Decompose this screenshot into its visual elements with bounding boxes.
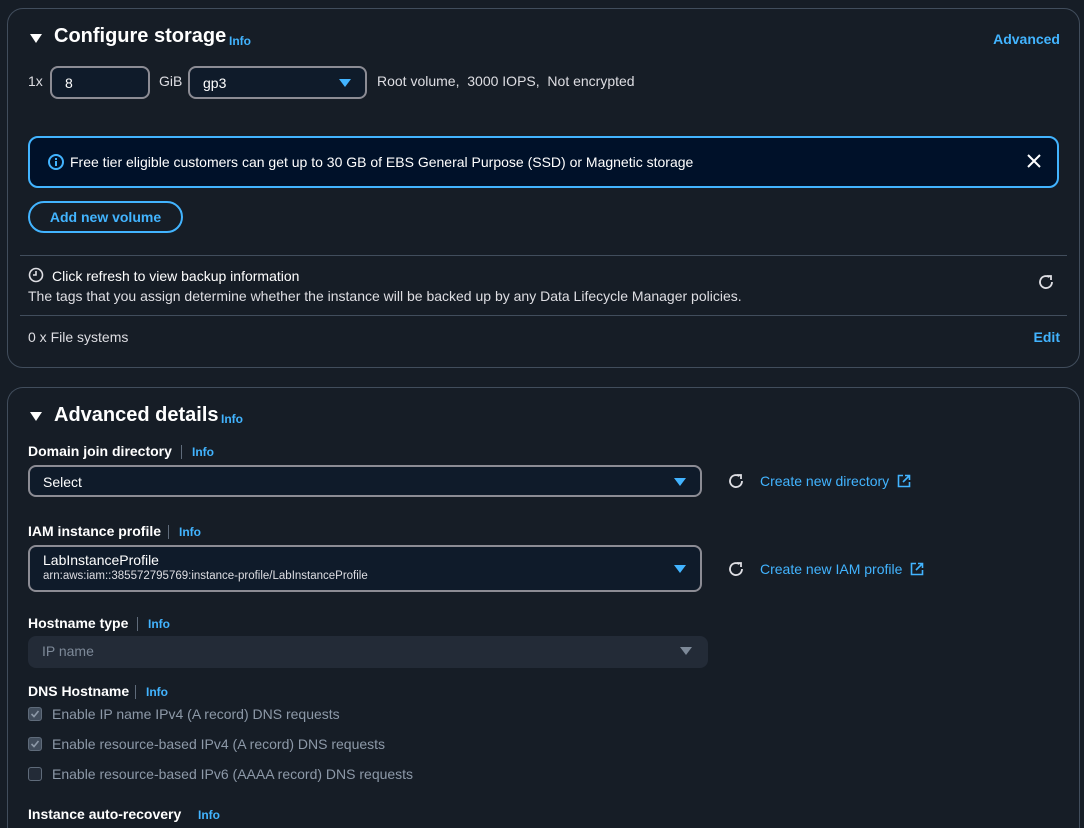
volume-type-select[interactable]: gp3 <box>188 66 367 99</box>
volume-type-value: gp3 <box>203 75 227 91</box>
divider <box>20 255 1067 256</box>
banner-text: Free tier eligible customers can get up … <box>70 154 694 170</box>
create-new-iam-profile-label: Create new IAM profile <box>760 561 903 577</box>
info-icon <box>48 154 64 170</box>
add-new-volume-button[interactable]: Add new volume <box>28 201 183 233</box>
divider <box>20 315 1067 316</box>
separator <box>135 685 136 699</box>
file-systems-count: 0 x File systems <box>28 329 129 345</box>
hostname-type-label: Hostname type <box>28 615 129 631</box>
separator <box>181 445 182 459</box>
domain-join-label: Domain join directory <box>28 443 172 459</box>
checkbox-checked <box>28 737 42 751</box>
volume-size-input[interactable]: 8 <box>50 66 150 99</box>
free-tier-banner: Free tier eligible customers can get up … <box>28 136 1059 188</box>
hostname-type-value: IP name <box>42 643 94 659</box>
info-link[interactable]: Info <box>146 685 168 699</box>
checkbox-checked <box>28 707 42 721</box>
iam-profile-arn: arn:aws:iam::385572795769:instance-profi… <box>43 570 368 582</box>
chevron-down-icon <box>674 565 686 573</box>
close-icon[interactable] <box>1027 154 1041 168</box>
separator <box>137 617 138 631</box>
info-link[interactable]: Info <box>229 34 251 48</box>
dns-option-label: Enable resource-based IPv6 (AAAA record)… <box>52 766 414 782</box>
chevron-down-icon <box>674 478 686 486</box>
chevron-down-icon <box>339 79 351 87</box>
backup-title: Click refresh to view backup information <box>52 268 300 284</box>
advanced-link[interactable]: Advanced <box>993 31 1060 47</box>
dns-hostname-label: DNS Hostname <box>28 683 130 699</box>
iam-profile-label: IAM instance profile <box>28 523 162 539</box>
edit-link[interactable]: Edit <box>1034 329 1060 345</box>
configure-storage-panel: Configure storage Info Advanced 1x 8 GiB… <box>7 8 1080 368</box>
info-link[interactable]: Info <box>192 445 214 459</box>
dns-option-label: Enable IP name IPv4 (A record) DNS reque… <box>52 706 340 722</box>
checkbox-unchecked <box>28 767 42 781</box>
backup-description: The tags that you assign determine wheth… <box>28 288 742 304</box>
domain-join-select[interactable]: Select <box>28 465 702 497</box>
dns-option-label: Enable resource-based IPv4 (A record) DN… <box>52 736 386 752</box>
info-link[interactable]: Info <box>198 808 220 822</box>
chevron-down-icon <box>680 647 692 655</box>
size-unit: GiB <box>159 73 183 89</box>
iam-profile-value: LabInstanceProfile <box>43 552 159 568</box>
info-link[interactable]: Info <box>179 525 201 539</box>
create-new-iam-profile-link[interactable]: Create new IAM profile <box>760 561 924 577</box>
external-link-icon <box>897 474 911 488</box>
advanced-details-panel: Advanced details Info Domain join direct… <box>7 387 1080 828</box>
hostname-type-select: IP name <box>28 636 708 668</box>
external-link-icon <box>910 562 924 576</box>
volume-summary: Root volume, 3000 IOPS, Not encrypted <box>377 73 635 89</box>
separator <box>168 525 169 539</box>
clock-icon <box>28 267 44 283</box>
iam-profile-select[interactable]: LabInstanceProfile arn:aws:iam::38557279… <box>28 545 702 592</box>
refresh-icon[interactable] <box>1037 273 1055 291</box>
domain-join-value: Select <box>43 474 82 490</box>
section-title: Configure storage <box>54 25 227 47</box>
instance-auto-recovery-label: Instance auto-recovery <box>28 806 182 822</box>
add-volume-label: Add new volume <box>49 209 162 225</box>
info-link[interactable]: Info <box>148 617 170 631</box>
refresh-icon[interactable] <box>727 560 745 578</box>
collapse-caret-icon[interactable] <box>30 34 42 43</box>
section-title: Advanced details <box>54 404 219 426</box>
info-link[interactable]: Info <box>221 412 243 426</box>
check-icon <box>30 740 40 748</box>
refresh-icon[interactable] <box>727 472 745 490</box>
volume-count: 1x <box>28 73 43 89</box>
collapse-caret-icon[interactable] <box>30 412 42 421</box>
check-icon <box>30 710 40 718</box>
create-new-directory-label: Create new directory <box>760 473 890 489</box>
create-new-directory-link[interactable]: Create new directory <box>760 473 911 489</box>
